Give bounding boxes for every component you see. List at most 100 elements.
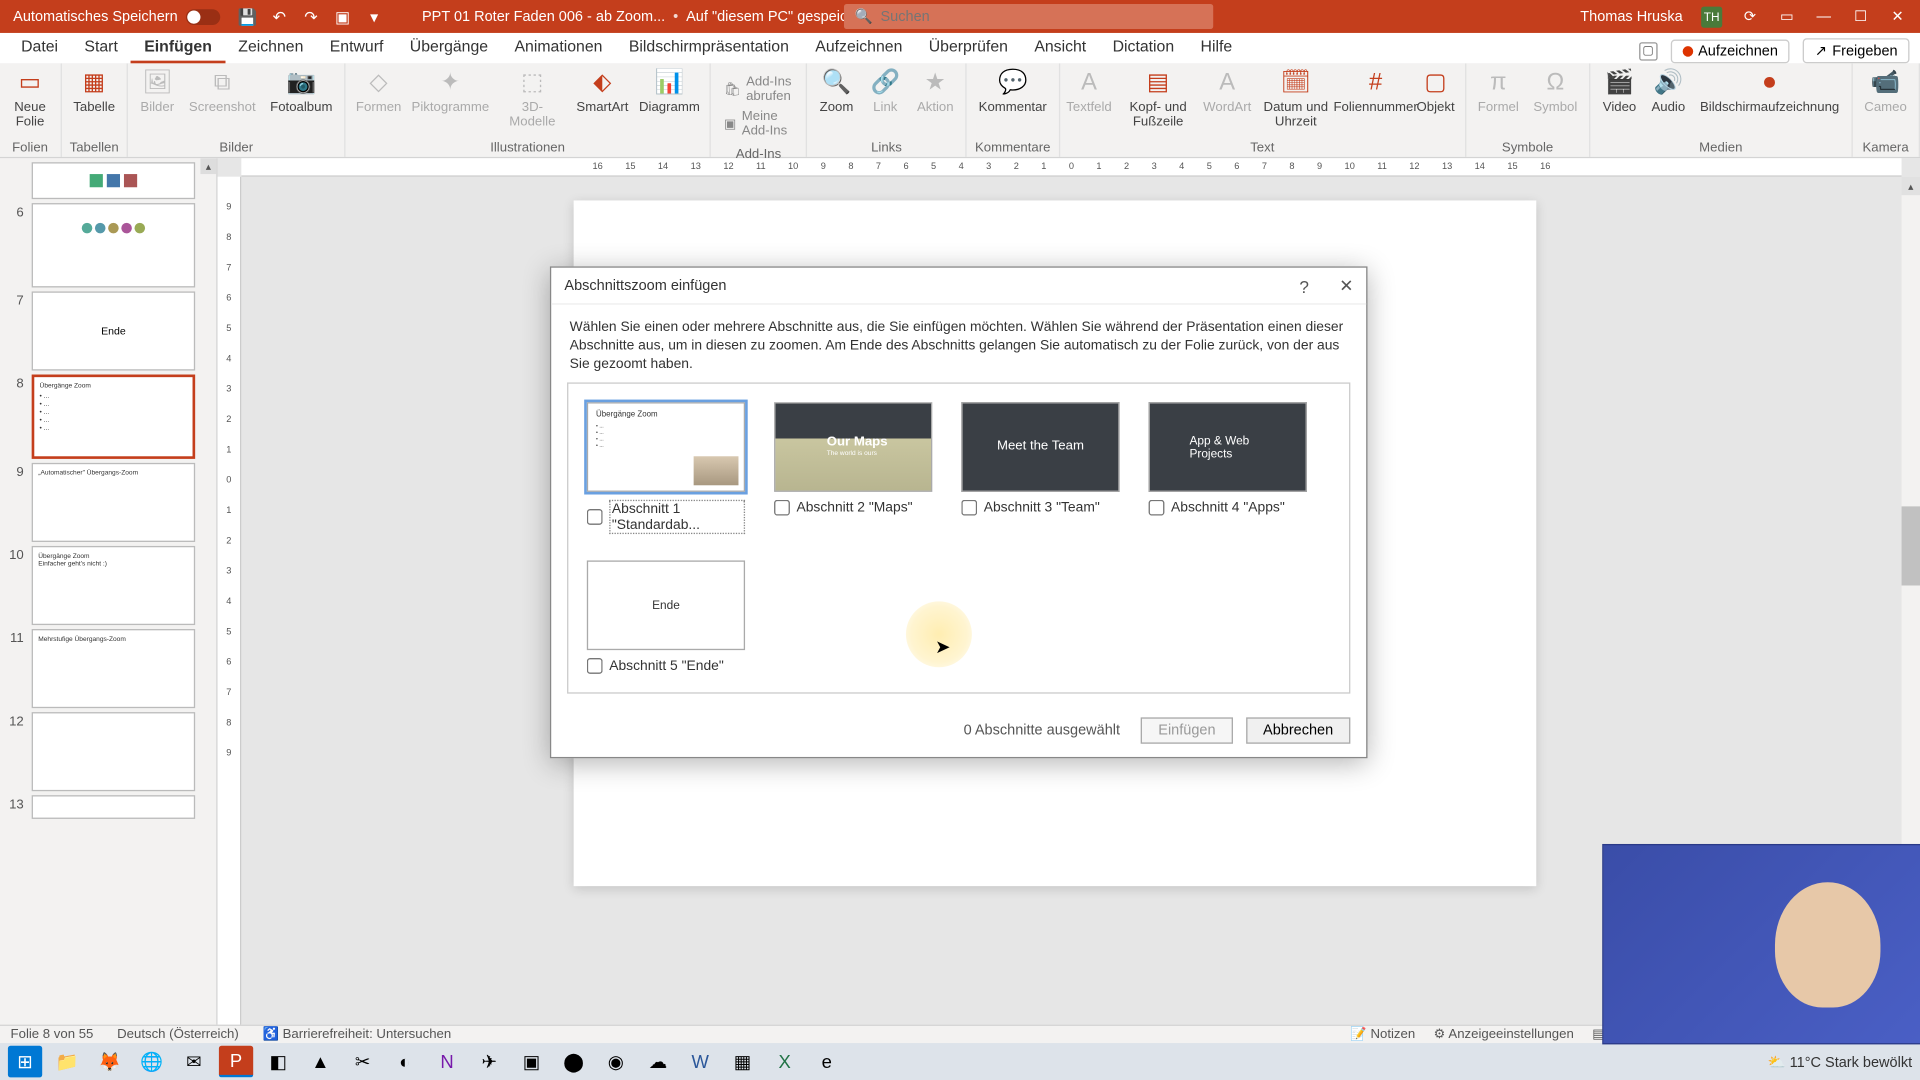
firefox-icon[interactable]: 🦊: [92, 1046, 126, 1078]
my-addins-button[interactable]: ▣Meine Add-Ins: [719, 108, 798, 140]
scroll-thumb[interactable]: [1902, 506, 1920, 585]
comments-pane-icon[interactable]: ▢: [1639, 42, 1657, 60]
document-title[interactable]: PPT 01 Roter Faden 006 - ab Zoom... • Au…: [422, 9, 886, 25]
undo-icon[interactable]: ↶: [270, 7, 288, 25]
obs-icon[interactable]: ⬤: [556, 1046, 590, 1078]
thumb-6[interactable]: 6: [5, 203, 195, 287]
zoom-button[interactable]: 🔍Zoom: [813, 66, 860, 117]
tab-start[interactable]: Start: [71, 32, 131, 64]
search-box[interactable]: 🔍: [844, 4, 1213, 29]
app4-icon[interactable]: ◉: [599, 1046, 633, 1078]
photoalbum-button[interactable]: 📷Fotoalbum: [264, 66, 339, 117]
textbox-button[interactable]: ATextfeld: [1065, 66, 1112, 117]
app6-icon[interactable]: ▦: [725, 1046, 759, 1078]
user-avatar[interactable]: TH: [1701, 6, 1722, 27]
app2-icon[interactable]: ◐: [388, 1046, 422, 1078]
section-item-4[interactable]: App & Web Projects Abschnitt 4 "Apps": [1149, 402, 1307, 534]
autosave-toggle[interactable]: Automatisches Speichern: [13, 9, 220, 25]
tab-bildschirm[interactable]: Bildschirmpräsentation: [616, 32, 802, 64]
dialog-help-button[interactable]: ?: [1284, 268, 1324, 305]
tab-zeichnen[interactable]: Zeichnen: [225, 32, 316, 64]
word-icon[interactable]: W: [683, 1046, 717, 1078]
section-item-5[interactable]: Ende Abschnitt 5 "Ende": [587, 560, 745, 673]
telegram-icon[interactable]: ✈: [472, 1046, 506, 1078]
edge-icon[interactable]: e: [810, 1046, 844, 1078]
display-settings[interactable]: ⚙ Anzeigeeinstellungen: [1434, 1027, 1574, 1042]
shapes-button[interactable]: ◇Formen: [351, 66, 406, 117]
section-check-1[interactable]: [587, 508, 603, 524]
screenrec-button[interactable]: ⏺Bildschirmaufzeichnung: [1693, 66, 1845, 117]
thumb-9[interactable]: 9„Automatischer" Übergangs-Zoom: [5, 463, 195, 542]
section-label-4[interactable]: Abschnitt 4 "Apps": [1149, 499, 1307, 515]
wordart-button[interactable]: AWordArt: [1203, 66, 1250, 117]
tab-hilfe[interactable]: Hilfe: [1187, 32, 1245, 64]
thumb-13[interactable]: 13: [5, 795, 195, 819]
chart-button[interactable]: 📊Diagramm: [635, 66, 705, 117]
tab-entwurf[interactable]: Entwurf: [317, 32, 397, 64]
more-icon[interactable]: ▾: [365, 7, 383, 25]
link-button[interactable]: 🔗Link: [862, 66, 909, 117]
section-thumb-5[interactable]: Ende: [587, 560, 745, 650]
outlook-icon[interactable]: ✉: [177, 1046, 211, 1078]
thumb-5-partial[interactable]: [5, 162, 195, 199]
user-name[interactable]: Thomas Hruska: [1580, 9, 1682, 25]
comment-button[interactable]: 💬Kommentar: [972, 66, 1053, 117]
tab-animationen[interactable]: Animationen: [501, 32, 615, 64]
slide-counter[interactable]: Folie 8 von 55: [11, 1027, 94, 1042]
present-icon[interactable]: ▣: [333, 7, 351, 25]
table-button[interactable]: ▦Tabelle: [67, 66, 122, 117]
section-thumb-2[interactable]: Our MapsThe world is ours: [774, 402, 932, 492]
section-label-5[interactable]: Abschnitt 5 "Ende": [587, 657, 745, 673]
tab-dictation[interactable]: Dictation: [1099, 32, 1187, 64]
excel-icon[interactable]: X: [767, 1046, 801, 1078]
section-check-4[interactable]: [1149, 499, 1165, 515]
section-label-3[interactable]: Abschnitt 3 "Team": [961, 499, 1119, 515]
tab-ansicht[interactable]: Ansicht: [1021, 32, 1099, 64]
app-icon[interactable]: ◧: [261, 1046, 295, 1078]
section-item-2[interactable]: Our MapsThe world is ours Abschnitt 2 "M…: [774, 402, 932, 534]
maximize-icon[interactable]: ☐: [1851, 7, 1869, 25]
language-indicator[interactable]: Deutsch (Österreich): [117, 1027, 239, 1042]
datetime-button[interactable]: 🗓Datum und Uhrzeit: [1252, 66, 1339, 132]
action-button[interactable]: ★Aktion: [910, 66, 960, 117]
section-item-1[interactable]: Übergänge Zoom• ...• ...• ...• ... Absch…: [587, 402, 745, 534]
section-thumb-1[interactable]: Übergänge Zoom• ...• ...• ...• ...: [587, 402, 745, 492]
save-icon[interactable]: 💾: [238, 7, 256, 25]
thumb-scroll-up[interactable]: ▴: [200, 158, 216, 174]
section-thumb-3[interactable]: Meet the Team: [961, 402, 1119, 492]
section-check-5[interactable]: [587, 657, 603, 673]
audio-button[interactable]: 🔊Audio: [1645, 66, 1692, 117]
new-slide-button[interactable]: ▭Neue Folie: [5, 66, 55, 132]
dialog-titlebar[interactable]: Abschnittszoom einfügen ? ✕: [551, 268, 1366, 305]
chrome-icon[interactable]: 🌐: [135, 1046, 169, 1078]
vlc-icon[interactable]: ▲: [303, 1046, 337, 1078]
tab-einfuegen[interactable]: Einfügen: [131, 32, 225, 64]
snip-icon[interactable]: ✂: [345, 1046, 379, 1078]
symbol-button[interactable]: ΩSymbol: [1527, 66, 1584, 117]
tab-datei[interactable]: Datei: [8, 32, 71, 64]
section-thumb-4[interactable]: App & Web Projects: [1149, 402, 1307, 492]
video-button[interactable]: 🎬Video: [1596, 66, 1643, 117]
insert-button[interactable]: Einfügen: [1141, 717, 1233, 743]
smartart-button[interactable]: ⬖SmartArt: [572, 66, 634, 117]
scroll-up-icon[interactable]: ▴: [1902, 177, 1920, 195]
slide-thumbnail-rail[interactable]: ▴ 6 7Ende 8Übergänge Zoom• ...• ...• ...…: [0, 158, 218, 1043]
powerpoint-icon[interactable]: P: [219, 1046, 253, 1078]
cancel-button[interactable]: Abbrechen: [1246, 717, 1350, 743]
icons-button[interactable]: ✦Piktogramme: [408, 66, 493, 117]
accessibility-check[interactable]: ♿ Barrierefreiheit: Untersuchen: [263, 1027, 452, 1042]
weather-widget[interactable]: ⛅ 11°C Stark bewölkt: [1768, 1053, 1913, 1070]
dialog-close-button[interactable]: ✕: [1327, 268, 1367, 305]
cameo-button[interactable]: 📹Cameo: [1858, 66, 1914, 117]
section-label-1[interactable]: Abschnitt 1 "Standardab...: [587, 499, 745, 533]
pictures-button[interactable]: 🖼Bilder: [134, 66, 181, 117]
toggle-switch[interactable]: [186, 9, 220, 25]
models3d-button[interactable]: ⬚3D-Modelle: [494, 66, 570, 132]
redo-icon[interactable]: ↷: [302, 7, 320, 25]
slidenum-button[interactable]: #Foliennummer: [1341, 66, 1411, 117]
object-button[interactable]: ▢Objekt: [1412, 66, 1459, 117]
tab-uebergaenge[interactable]: Übergänge: [397, 32, 502, 64]
app5-icon[interactable]: ☁: [641, 1046, 675, 1078]
screenshot-button[interactable]: ⧉Screenshot: [182, 66, 262, 117]
search-input[interactable]: [881, 9, 1203, 25]
